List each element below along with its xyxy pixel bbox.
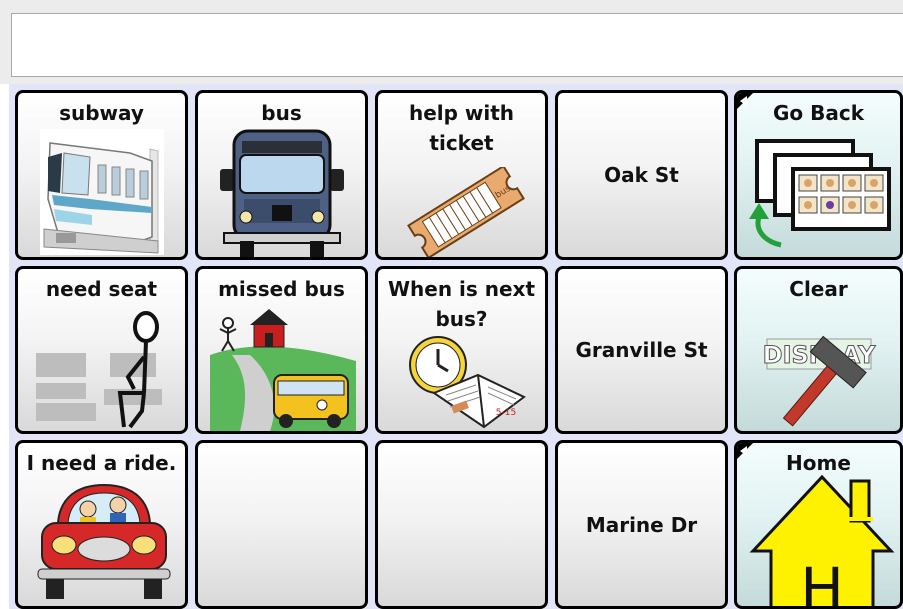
svg-text:5-15: 5-15 xyxy=(496,408,516,418)
clear-hammer-icon: DISPLAY xyxy=(762,335,876,427)
subway-train-icon xyxy=(40,129,164,255)
cell-oak-st[interactable]: Oak St xyxy=(555,90,728,260)
cell-label: subway xyxy=(59,101,144,125)
cell-missed-bus[interactable]: missed bus xyxy=(195,266,368,434)
cell-label: bus xyxy=(261,101,302,125)
car-ride-icon xyxy=(37,483,171,599)
cell-go-back[interactable]: Go Back xyxy=(734,90,903,260)
svg-text:H: H xyxy=(800,555,844,609)
cell-label: help with ticket xyxy=(378,98,545,158)
cell-subway[interactable]: subway xyxy=(15,90,188,260)
missed-bus-icon xyxy=(210,309,356,431)
cell-label: Oak St xyxy=(604,163,679,187)
clock-schedule-icon: 5-15 xyxy=(409,336,526,429)
cell-label: missed bus xyxy=(218,277,345,301)
cell-granville-st[interactable]: Granville St xyxy=(555,266,728,434)
cell-marine-dr[interactable]: Marine Dr xyxy=(555,440,728,609)
cell-when-is-next-bus[interactable]: When is next bus? 5-15 xyxy=(375,266,548,434)
bus-icon xyxy=(220,129,344,257)
cell-label-line: When is next xyxy=(387,277,536,301)
cell-label-line: help with xyxy=(408,101,515,125)
cell-label: Granville St xyxy=(575,338,708,362)
message-bar[interactable] xyxy=(11,13,903,77)
cell-label: Go Back xyxy=(772,101,864,125)
cell-empty[interactable] xyxy=(195,440,368,609)
cell-bus[interactable]: bus xyxy=(195,90,368,260)
home-house-icon: H xyxy=(749,474,895,609)
cell-label-line: bus? xyxy=(435,307,488,331)
cell-label: need seat xyxy=(45,277,158,301)
cell-home[interactable]: Home H xyxy=(734,440,903,609)
message-bar-area xyxy=(0,0,903,84)
cell-need-seat[interactable]: need seat xyxy=(15,266,188,434)
go-back-boards-icon xyxy=(749,139,891,248)
cell-label: Clear xyxy=(789,277,848,301)
person-sitting-icon xyxy=(36,311,162,429)
cell-label: Marine Dr xyxy=(585,512,698,537)
ticket-icon: bus xyxy=(407,167,525,257)
cell-clear[interactable]: Clear DISPLAY xyxy=(734,266,903,434)
cell-label: I need a ride. xyxy=(26,451,177,475)
cell-i-need-a-ride[interactable]: I need a ride. xyxy=(15,440,188,609)
cell-label: When is next bus? xyxy=(378,274,545,334)
cell-empty[interactable] xyxy=(375,440,548,609)
cell-label-line: ticket xyxy=(429,131,494,155)
cell-help-with-ticket[interactable]: help with ticket bus xyxy=(375,90,548,260)
